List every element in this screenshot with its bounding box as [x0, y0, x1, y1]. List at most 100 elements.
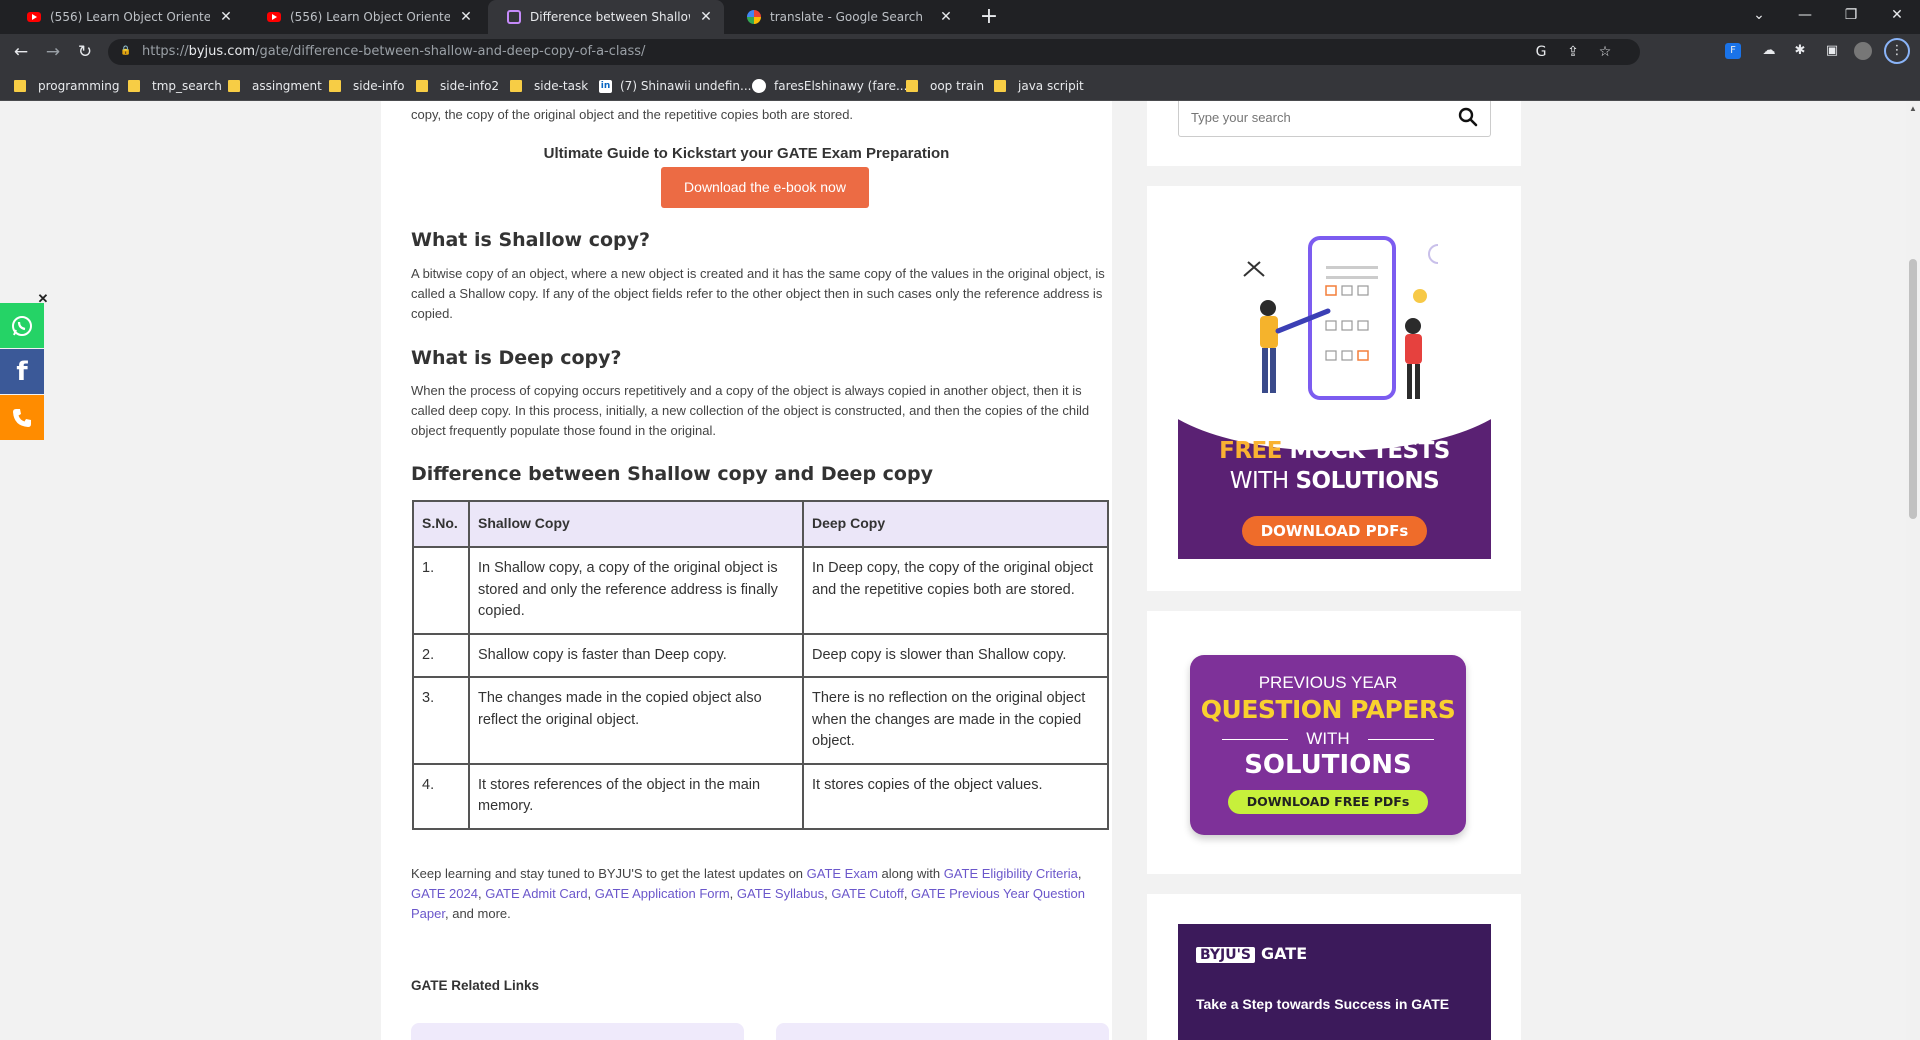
scrollbar[interactable]: ▲: [1906, 101, 1920, 1040]
new-tab-button[interactable]: +: [976, 4, 1002, 30]
bookmark-java-scripit[interactable]: java scripit: [994, 76, 1084, 96]
tab-byjus[interactable]: Difference between Shallow and ✕: [488, 0, 724, 34]
sidebar-ad-box: FREE MOCK TESTS WITH SOLUTIONS DOWNLOAD …: [1147, 186, 1521, 591]
bookmark-star-icon[interactable]: ☆: [1596, 43, 1614, 61]
download-pdfs-button[interactable]: DOWNLOAD PDFs: [1242, 516, 1427, 546]
url-text[interactable]: https://byjus.com/gate/difference-betwee…: [142, 44, 645, 59]
link-gate-syllabus[interactable]: GATE Syllabus: [737, 886, 824, 901]
cloud-icon[interactable]: ☁: [1759, 41, 1779, 61]
mock-tests-banner[interactable]: FREE MOCK TESTS WITH SOLUTIONS DOWNLOAD …: [1178, 216, 1491, 559]
shallow-copy-text: A bitwise copy of an object, where a new…: [411, 266, 1105, 321]
article-content: copy, the copy of the original object an…: [381, 101, 1112, 1040]
related-link-card[interactable]: [776, 1023, 1109, 1040]
address-bar[interactable]: 🔒 https://byjus.com/gate/difference-betw…: [108, 39, 1640, 65]
facebook-button[interactable]: f: [0, 349, 44, 394]
banner-line: PREVIOUS YEAR: [1258, 673, 1398, 692]
related-link-card[interactable]: [411, 1023, 744, 1040]
banner-headline: FREE MOCK TESTS: [1219, 438, 1450, 464]
close-icon[interactable]: ✕: [458, 9, 474, 25]
scrollbar-thumb[interactable]: [1909, 259, 1917, 519]
link-gate-application-form[interactable]: GATE Application Form: [595, 886, 730, 901]
byjus-logo: BYJU'S GATE: [1196, 944, 1307, 963]
folder-icon: [228, 80, 240, 92]
bookmarks-bar: programming tmp_search assingment side-i…: [0, 70, 1920, 101]
avatar[interactable]: [1854, 42, 1872, 60]
banner-subheadline: WITH SOLUTIONS: [1229, 468, 1440, 494]
cell-shallow: The changes made in the copied object al…: [468, 676, 804, 765]
forward-icon[interactable]: →: [42, 41, 64, 63]
bookmark-side-info[interactable]: side-info: [329, 76, 404, 96]
download-free-pdfs-button[interactable]: DOWNLOAD FREE PDFs: [1228, 790, 1428, 814]
close-icon[interactable]: ✕: [698, 9, 714, 25]
deep-copy-heading: What is Deep copy?: [411, 347, 622, 369]
tab-google[interactable]: translate - Google Search ✕: [728, 0, 964, 34]
lock-icon: 🔒: [120, 46, 132, 56]
link-gate-admit-card[interactable]: GATE Admit Card: [485, 886, 587, 901]
table-header-row: S.No. Shallow Copy Deep Copy: [412, 500, 1109, 548]
column-header-shallow: Shallow Copy: [468, 500, 804, 548]
link-gate-eligibility[interactable]: GATE Eligibility Criteria: [944, 866, 1078, 881]
cell-shallow: In Shallow copy, a copy of the original …: [468, 546, 804, 635]
tab-youtube-1[interactable]: (556) Learn Object Oriented PHP ✕: [8, 0, 244, 34]
folder-icon: [510, 80, 522, 92]
toolbar: ← → ↻ 🔒 https://byjus.com/gate/differenc…: [0, 34, 1920, 70]
extension-icon[interactable]: F: [1725, 43, 1741, 59]
bookmark-github[interactable]: faresElshinawy (fare...: [752, 76, 907, 96]
bookmark-tmp-search[interactable]: tmp_search: [128, 76, 222, 96]
byjus-icon: [506, 9, 522, 25]
banner-line: WITH: [1190, 729, 1466, 749]
link-gate-2024[interactable]: GATE 2024: [411, 886, 478, 901]
table-row: 3. The changes made in the copied object…: [412, 676, 1109, 765]
side-panel-icon[interactable]: ▣: [1822, 41, 1842, 61]
browser-chrome: (556) Learn Object Oriented PHP ✕ (556) …: [0, 0, 1920, 101]
comparison-table: S.No. Shallow Copy Deep Copy 1. In Shall…: [412, 500, 1109, 830]
search-input[interactable]: [1191, 107, 1441, 127]
phone-button[interactable]: [0, 395, 44, 440]
facebook-icon: f: [16, 356, 28, 387]
paragraph-fragment: copy, the copy of the original object an…: [411, 107, 854, 122]
bookmark-side-task[interactable]: side-task: [510, 76, 588, 96]
bookmark-oop-train[interactable]: oop train: [906, 76, 984, 96]
restore-button[interactable]: ❐: [1828, 0, 1874, 30]
folder-icon: [329, 80, 341, 92]
cell-sno: 4.: [412, 762, 470, 830]
close-icon[interactable]: ✕: [218, 9, 234, 25]
question-papers-banner[interactable]: PREVIOUS YEAR QUESTION PAPERS WITH SOLUT…: [1190, 655, 1466, 835]
search-icon[interactable]: [1458, 107, 1478, 129]
byjus-gate-banner[interactable]: BYJU'S GATE Take a Step towards Success i…: [1178, 924, 1491, 1040]
github-icon: [752, 79, 766, 93]
download-ebook-button[interactable]: Download the e-book now: [661, 167, 869, 208]
share-icon[interactable]: ⇪: [1564, 43, 1582, 61]
tab-search-icon[interactable]: ⌄: [1736, 0, 1782, 30]
bookmark-linkedin[interactable]: in (7) Shinawii undefin...: [599, 76, 751, 96]
table-row: 2. Shallow copy is faster than Deep copy…: [412, 632, 1109, 678]
close-window-button[interactable]: ✕: [1874, 0, 1920, 30]
page-viewport: copy, the copy of the original object an…: [0, 101, 1906, 1040]
bookmark-side-info2[interactable]: side-info2: [416, 76, 499, 96]
back-icon[interactable]: ←: [10, 41, 32, 63]
phone-icon: [13, 408, 31, 427]
link-gate-exam[interactable]: GATE Exam: [807, 866, 878, 881]
reload-icon[interactable]: ↻: [74, 41, 96, 63]
whatsapp-button[interactable]: [0, 303, 44, 348]
sidebar-search-box: [1147, 101, 1521, 166]
google-lens-icon[interactable]: G: [1532, 43, 1550, 61]
tab-title: Difference between Shallow and: [530, 10, 690, 24]
extensions-puzzle-icon[interactable]: ✱: [1790, 41, 1810, 61]
banner-line: SOLUTIONS: [1244, 750, 1412, 780]
google-icon: [746, 9, 762, 25]
tab-youtube-2[interactable]: (556) Learn Object Oriented PHP ✕: [248, 0, 484, 34]
minimize-button[interactable]: —: [1782, 0, 1828, 30]
bookmark-assingment[interactable]: assingment: [228, 76, 322, 96]
table-row: 1. In Shallow copy, a copy of the origin…: [412, 546, 1109, 635]
column-header-sno: S.No.: [412, 500, 470, 548]
close-icon[interactable]: ✕: [938, 9, 954, 25]
cell-deep: It stores copies of the object values.: [802, 762, 1109, 830]
sidebar-ad-box: BYJU'S GATE Take a Step towards Success i…: [1147, 894, 1521, 1040]
search-field[interactable]: [1178, 101, 1491, 137]
link-gate-cutoff[interactable]: GATE Cutoff: [831, 886, 904, 901]
scroll-up-arrow-icon[interactable]: ▲: [1909, 105, 1917, 113]
banner-tagline: Take a Step towards Success in GATE: [1196, 996, 1450, 1012]
bookmark-programming[interactable]: programming: [14, 76, 119, 96]
menu-icon[interactable]: ⋮: [1884, 38, 1910, 64]
